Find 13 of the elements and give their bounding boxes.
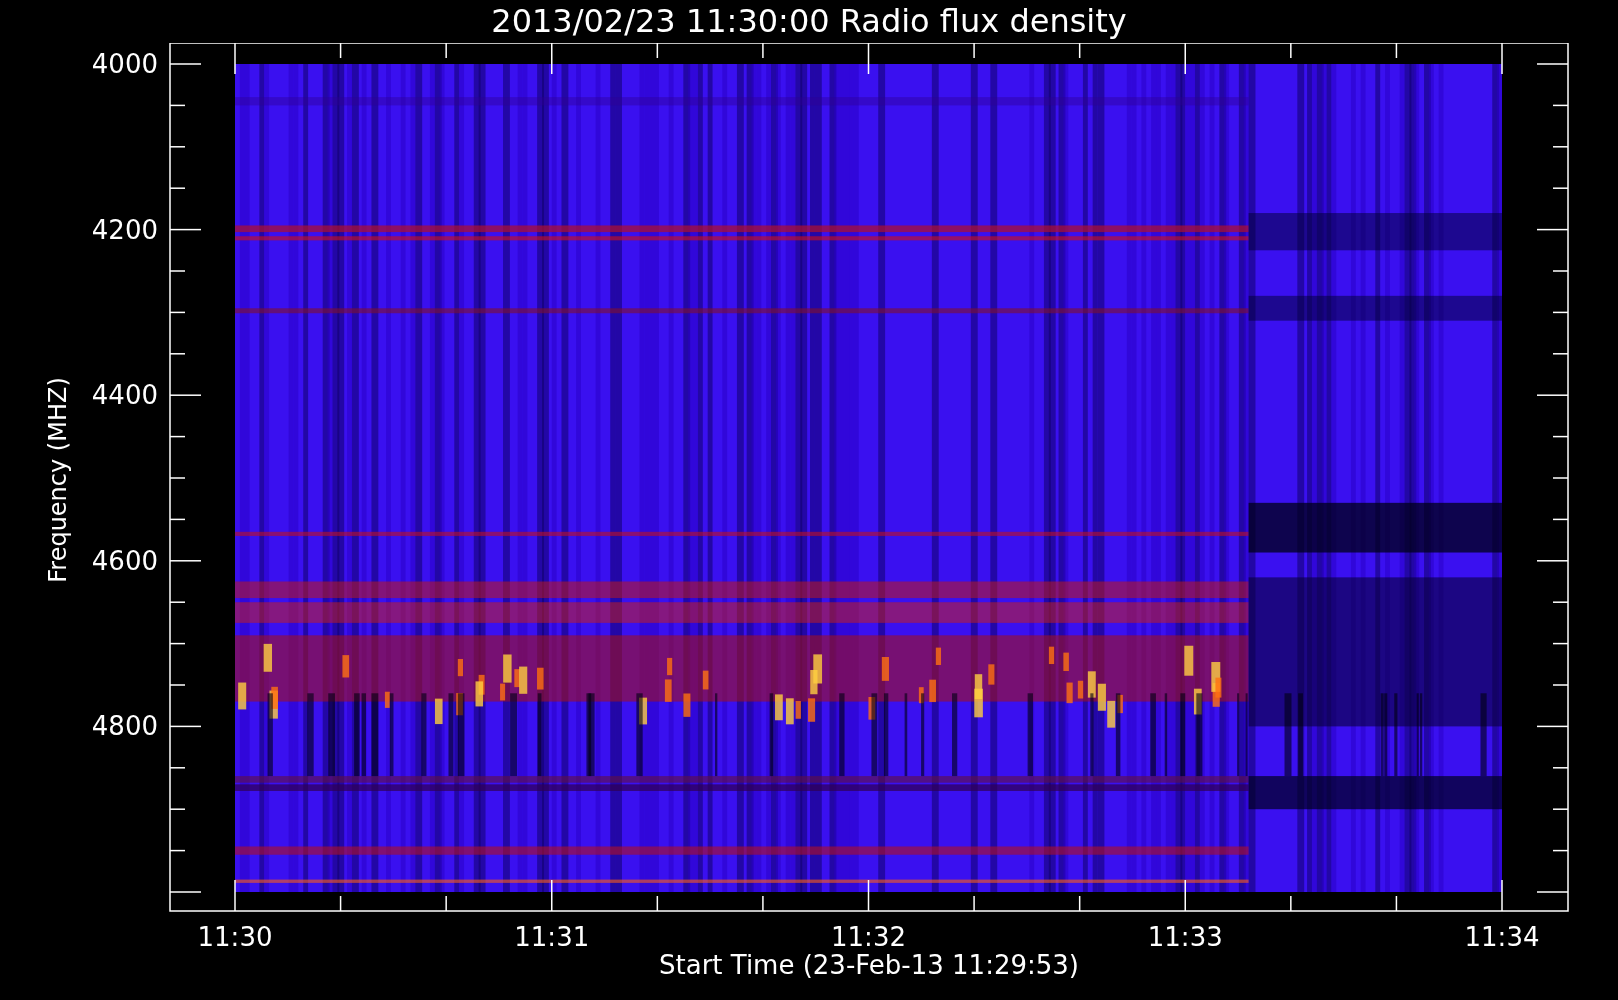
x-tick-label: 11:30	[197, 922, 273, 952]
x-tick-label: 11:33	[1147, 922, 1223, 952]
x-axis-label: Start Time (23-Feb-13 11:29:53)	[659, 950, 1079, 980]
x-tick-label: 11:31	[514, 922, 590, 952]
y-tick-label: 4400	[91, 380, 158, 411]
y-axis-label: Frequency (MHZ)	[44, 377, 72, 583]
y-tick-label: 4200	[91, 214, 158, 245]
plot-title: 2013/02/23 11:30:00 Radio flux density	[491, 1, 1127, 42]
x-tick-label: 11:32	[831, 922, 906, 952]
y-tick-label: 4800	[91, 711, 158, 742]
y-tick-label: 4600	[91, 545, 158, 576]
x-tick-label: 11:34	[1464, 922, 1540, 952]
y-tick-label: 4000	[91, 49, 158, 79]
